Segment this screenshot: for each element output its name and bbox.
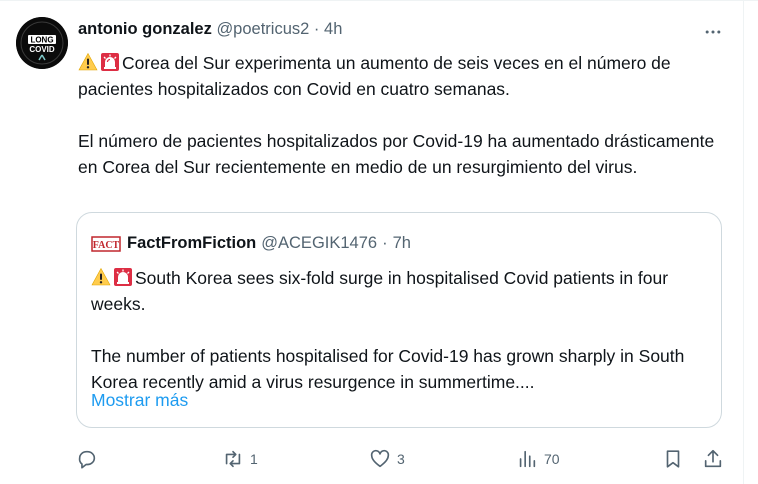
- author-handle[interactable]: @poetricus2: [216, 20, 309, 38]
- quote-paragraph-1: South Korea sees six-fold surge in hospi…: [91, 268, 669, 314]
- separator-dot: ·: [313, 20, 320, 38]
- quote-paragraph-2: The number of patients hospitalised for …: [91, 346, 685, 392]
- avatar[interactable]: LONG COVID: [16, 17, 68, 69]
- like-count: 3: [397, 451, 405, 467]
- warning-emoji-icon: [78, 52, 98, 71]
- views-chart-icon: [519, 450, 536, 468]
- views-count: 70: [544, 451, 560, 467]
- tweet-text: Corea del Sur experimenta un aumento de …: [78, 50, 728, 180]
- retweet-button[interactable]: 1: [222, 444, 258, 474]
- fact-stamp-avatar[interactable]: FACT: [91, 235, 121, 252]
- quoted-tweet[interactable]: FACT FactFromFiction @ACEGIK1476 · 7h So…: [76, 212, 722, 428]
- tweet-header: antonio gonzalez @poetricus2 · 4h: [78, 20, 342, 39]
- tweet-actions: 1 3 70: [76, 444, 736, 474]
- quote-author-handle[interactable]: @ACEGIK1476: [261, 234, 377, 253]
- avatar-text-line1: LONG: [30, 36, 53, 45]
- more-dots-icon: [705, 30, 721, 34]
- bookmark-button[interactable]: [662, 444, 684, 474]
- reply-icon: [78, 450, 96, 469]
- author-name[interactable]: antonio gonzalez: [78, 20, 212, 38]
- avatar-text-line2: COVID: [29, 45, 55, 54]
- quote-header: FACT FactFromFiction @ACEGIK1476 · 7h: [91, 234, 411, 253]
- reply-button[interactable]: [76, 444, 104, 474]
- tweet-paragraph-2: El número de pacientes hospitalizados po…: [78, 131, 715, 177]
- more-options-button[interactable]: [700, 19, 726, 45]
- bookmark-icon: [666, 450, 680, 468]
- timeline-border: [743, 0, 744, 484]
- warning-emoji-icon: [91, 267, 111, 286]
- like-button[interactable]: 3: [369, 444, 405, 474]
- top-divider: [0, 0, 758, 1]
- quote-separator-dot: ·: [382, 234, 388, 252]
- quote-time[interactable]: 7h: [393, 234, 411, 253]
- long-covid-logo-icon: LONG COVID: [16, 17, 68, 69]
- share-icon: [704, 449, 722, 468]
- tweet-time[interactable]: 4h: [324, 20, 342, 38]
- siren-emoji-icon: [101, 53, 119, 71]
- siren-emoji-icon: [114, 268, 132, 286]
- heart-icon: [370, 449, 390, 468]
- retweet-count: 1: [250, 451, 258, 467]
- quote-author-name[interactable]: FactFromFiction: [127, 234, 256, 253]
- share-button[interactable]: [702, 444, 724, 474]
- quote-text: South Korea sees six-fold surge in hospi…: [91, 265, 701, 395]
- show-more-link[interactable]: Mostrar más: [91, 390, 188, 411]
- retweet-icon: [225, 450, 241, 468]
- tweet-paragraph-1: Corea del Sur experimenta un aumento de …: [78, 53, 671, 99]
- fact-stamp-text: FACT: [93, 240, 120, 251]
- views-button[interactable]: 70: [516, 444, 560, 474]
